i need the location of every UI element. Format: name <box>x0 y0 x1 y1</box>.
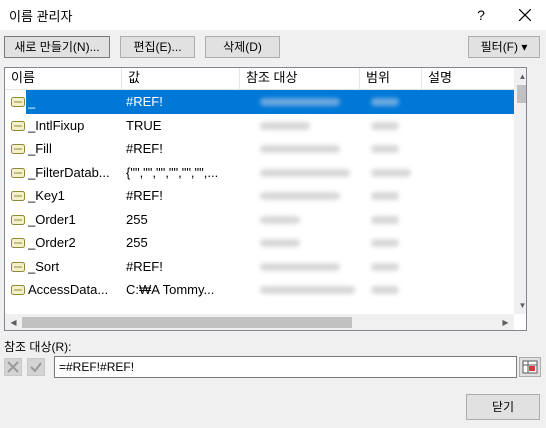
row-name: _Order2 <box>28 235 76 250</box>
refers-to-label: 참조 대상(R): <box>4 340 72 354</box>
list-rows: _ #REF! _IntlFixup TRUE _Fill #REF! _Fil… <box>5 90 526 302</box>
name-icon <box>11 214 25 225</box>
name-icon <box>11 285 25 295</box>
collapse-dialog-button[interactable] <box>519 357 541 377</box>
table-row[interactable]: _Fill #REF! <box>5 137 526 161</box>
column-header-scope[interactable]: 범위 <box>360 68 422 89</box>
horizontal-scrollbar[interactable]: ◀ ▶ <box>5 314 514 330</box>
column-header-name[interactable]: 이름 <box>5 68 122 89</box>
table-row[interactable]: AccessData... C:₩A Tommy... <box>5 278 526 302</box>
scroll-up-icon[interactable]: ▲ <box>514 68 526 85</box>
edit-name-button[interactable]: 편집(E)... <box>120 36 195 58</box>
redacted-reference <box>260 168 350 177</box>
row-name: _ <box>28 94 36 109</box>
redacted-scope <box>371 239 399 247</box>
row-name: _Key1 <box>28 188 65 203</box>
names-list[interactable]: 이름 값 참조 대상 범위 설명 _ #REF! _IntlFixup TRUE… <box>4 67 527 331</box>
redacted-scope <box>371 121 399 130</box>
redacted-reference <box>260 215 300 224</box>
scroll-right-icon[interactable]: ▶ <box>497 314 514 330</box>
close-button[interactable]: 닫기 <box>466 394 540 420</box>
redacted-scope <box>371 192 399 200</box>
row-value: 255 <box>126 211 148 227</box>
redacted-reference <box>260 121 310 130</box>
redacted-scope <box>371 168 411 177</box>
column-header-comment[interactable]: 설명 <box>422 68 514 89</box>
redacted-scope <box>371 262 399 271</box>
window-title: 이름 관리자 <box>9 9 73 24</box>
scroll-left-icon[interactable]: ◀ <box>5 314 22 330</box>
refers-to-input[interactable]: =#REF!#REF! <box>54 356 517 378</box>
redacted-reference <box>260 145 340 153</box>
row-name: AccessData... <box>28 282 109 297</box>
close-window-button[interactable] <box>505 0 546 30</box>
table-row[interactable]: _FilterDatab... {"","","","","","",... <box>5 161 526 185</box>
row-value: #REF! <box>126 94 163 109</box>
row-value: {"","","","","","",... <box>126 164 219 180</box>
vertical-scrollbar[interactable]: ▲ ▼ <box>514 68 526 314</box>
redacted-reference <box>260 262 340 271</box>
name-icon <box>11 144 25 154</box>
scroll-down-icon[interactable]: ▼ <box>514 297 526 314</box>
name-icon <box>11 120 25 131</box>
row-value: #REF! <box>126 188 163 203</box>
delete-name-button[interactable]: 삭제(D) <box>205 36 280 58</box>
column-header-refers-to[interactable]: 참조 대상 <box>240 68 360 89</box>
horizontal-scroll-thumb[interactable] <box>22 317 352 328</box>
table-row[interactable]: _IntlFixup TRUE <box>5 114 526 138</box>
redacted-reference <box>260 98 340 106</box>
row-value: #REF! <box>126 258 163 274</box>
table-row[interactable]: _Sort #REF! <box>5 255 526 279</box>
table-row[interactable]: _ #REF! <box>5 90 526 114</box>
redacted-scope <box>371 98 399 106</box>
redacted-scope <box>371 145 399 153</box>
table-row[interactable]: _Order1 255 <box>5 208 526 232</box>
name-icon <box>11 238 25 248</box>
row-name: _FilterDatab... <box>28 164 110 180</box>
row-value: TRUE <box>126 117 162 133</box>
redacted-reference <box>260 192 340 200</box>
redacted-reference <box>260 239 300 247</box>
list-header: 이름 값 참조 대상 범위 설명 <box>5 68 526 90</box>
redacted-scope <box>371 286 399 294</box>
confirm-edit-icon[interactable] <box>27 358 45 376</box>
name-icon <box>11 97 25 107</box>
name-icon <box>11 167 25 178</box>
redacted-reference <box>260 286 355 294</box>
vertical-scroll-thumb[interactable] <box>517 85 526 103</box>
new-name-button[interactable]: 새로 만들기(N)... <box>4 36 110 58</box>
name-icon <box>11 191 25 201</box>
row-value: C:₩A Tommy... <box>126 282 215 297</box>
redacted-scope <box>371 215 399 224</box>
filter-button[interactable]: 필터(F) ▾ <box>468 36 540 58</box>
name-icon <box>11 261 25 272</box>
table-row[interactable]: _Order2 255 <box>5 231 526 255</box>
title-bar: 이름 관리자 ? <box>0 0 546 30</box>
row-name: _Fill <box>28 141 52 156</box>
table-row[interactable]: _Key1 #REF! <box>5 184 526 208</box>
row-value: 255 <box>126 235 148 250</box>
cancel-edit-icon[interactable] <box>4 358 22 376</box>
range-select-icon <box>522 360 538 374</box>
row-value: #REF! <box>126 141 163 156</box>
column-header-value[interactable]: 값 <box>122 68 240 89</box>
row-name: _IntlFixup <box>28 117 85 133</box>
help-button[interactable]: ? <box>462 0 500 30</box>
row-name: _Sort <box>28 258 60 274</box>
row-name: _Order1 <box>28 211 76 227</box>
close-icon <box>519 9 531 21</box>
